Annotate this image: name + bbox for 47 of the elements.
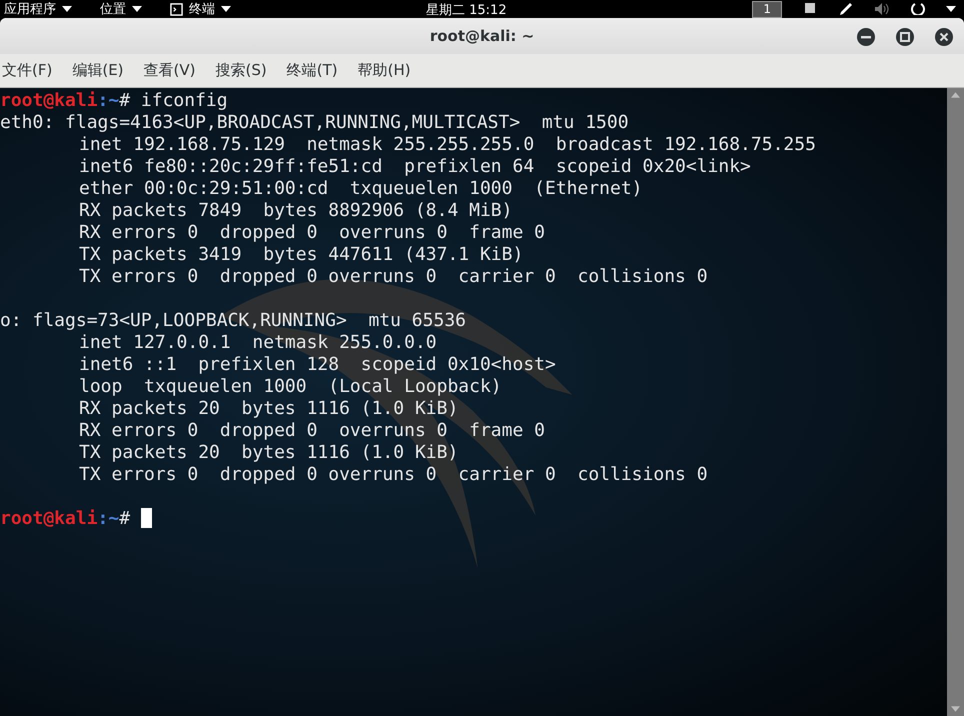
- output-line: RX errors 0 dropped 0 overruns 0 frame 0: [78, 222, 545, 243]
- output-line: TX packets 3419 bytes 447611 (437.1 KiB): [78, 244, 524, 265]
- window-title: root@kali: ~: [430, 27, 534, 45]
- prompt-symbol: #: [119, 508, 130, 529]
- menu-item[interactable]: 文件(F): [0, 59, 60, 82]
- top-menu[interactable]: 位置: [100, 0, 142, 18]
- output-line: inet6 fe80::20c:29ff:fe51:cd prefixlen 64 scopeid 0x20<link>: [78, 156, 751, 177]
- output-line: RX errors 0 dropped 0 overruns 0 frame 0: [78, 420, 545, 441]
- close-icon[interactable]: [934, 27, 954, 47]
- output-line: inet 127.0.0.1 netmask 255.0.0.0: [78, 332, 437, 353]
- output-line: eth0: flags=4163<UP,BROADCAST,RUNNING,MULTICAST> mtu 1500: [0, 112, 629, 133]
- app-grid-icon[interactable]: [802, 3, 818, 15]
- prompt-user: root@kali: [0, 508, 98, 529]
- prompt-path: :~: [98, 508, 120, 529]
- power-icon[interactable]: [910, 3, 926, 15]
- terminal-icon: [170, 2, 183, 16]
- caret-icon: [221, 6, 231, 12]
- minimize-icon[interactable]: [856, 27, 876, 47]
- output-line: TX errors 0 dropped 0 overruns 0 carrier 0 collisions 0: [78, 464, 708, 485]
- output-line: TX errors 0 dropped 0 overruns 0 carrier 0 collisions 0: [78, 266, 708, 287]
- output-line: inet 192.168.75.129 netmask 255.255.255.0 broadcast 192.168.75.255: [78, 134, 816, 155]
- maximize-icon[interactable]: [895, 27, 915, 47]
- output-line: RX packets 20 bytes 1116 (1.0 KiB): [78, 398, 458, 419]
- command-text: ifconfig: [140, 90, 228, 111]
- top-menu[interactable]: 应用程序: [4, 0, 72, 18]
- caret-icon[interactable]: [946, 6, 956, 12]
- menu-item[interactable]: 搜索(S): [214, 59, 275, 82]
- caret-icon: [132, 6, 142, 12]
- clock[interactable]: 星期二 15:12: [426, 1, 507, 19]
- caret-icon: [62, 6, 72, 12]
- prompt-path: :~: [98, 90, 120, 111]
- top-menu[interactable]: 终端: [170, 0, 231, 18]
- prompt-symbol: #: [119, 90, 130, 111]
- menu-item[interactable]: 编辑(E): [70, 59, 132, 82]
- workspace-indicator[interactable]: 1: [752, 0, 782, 18]
- output-line: o: flags=73<UP,LOOPBACK,RUNNING> mtu 65536: [0, 310, 466, 331]
- menu-item[interactable]: 终端(T): [284, 59, 346, 82]
- output-line: loop txqueuelen 1000 (Local Loopback): [78, 376, 502, 397]
- output-line: inet6 ::1 prefixlen 128 scopeid 0x10<host>: [78, 354, 556, 375]
- prompt-user: root@kali: [0, 90, 98, 111]
- menu-item[interactable]: 查看(V): [142, 59, 204, 82]
- menu-item[interactable]: 帮助(H): [356, 59, 419, 82]
- pen-icon[interactable]: [838, 3, 854, 15]
- output-line: TX packets 20 bytes 1116 (1.0 KiB): [78, 442, 458, 463]
- volume-icon[interactable]: [874, 3, 890, 15]
- output-line: RX packets 7849 bytes 8892906 (8.4 MiB): [78, 200, 512, 221]
- output-line: ether 00:0c:29:51:00:cd txqueuelen 1000 (Ethernet): [78, 178, 643, 199]
